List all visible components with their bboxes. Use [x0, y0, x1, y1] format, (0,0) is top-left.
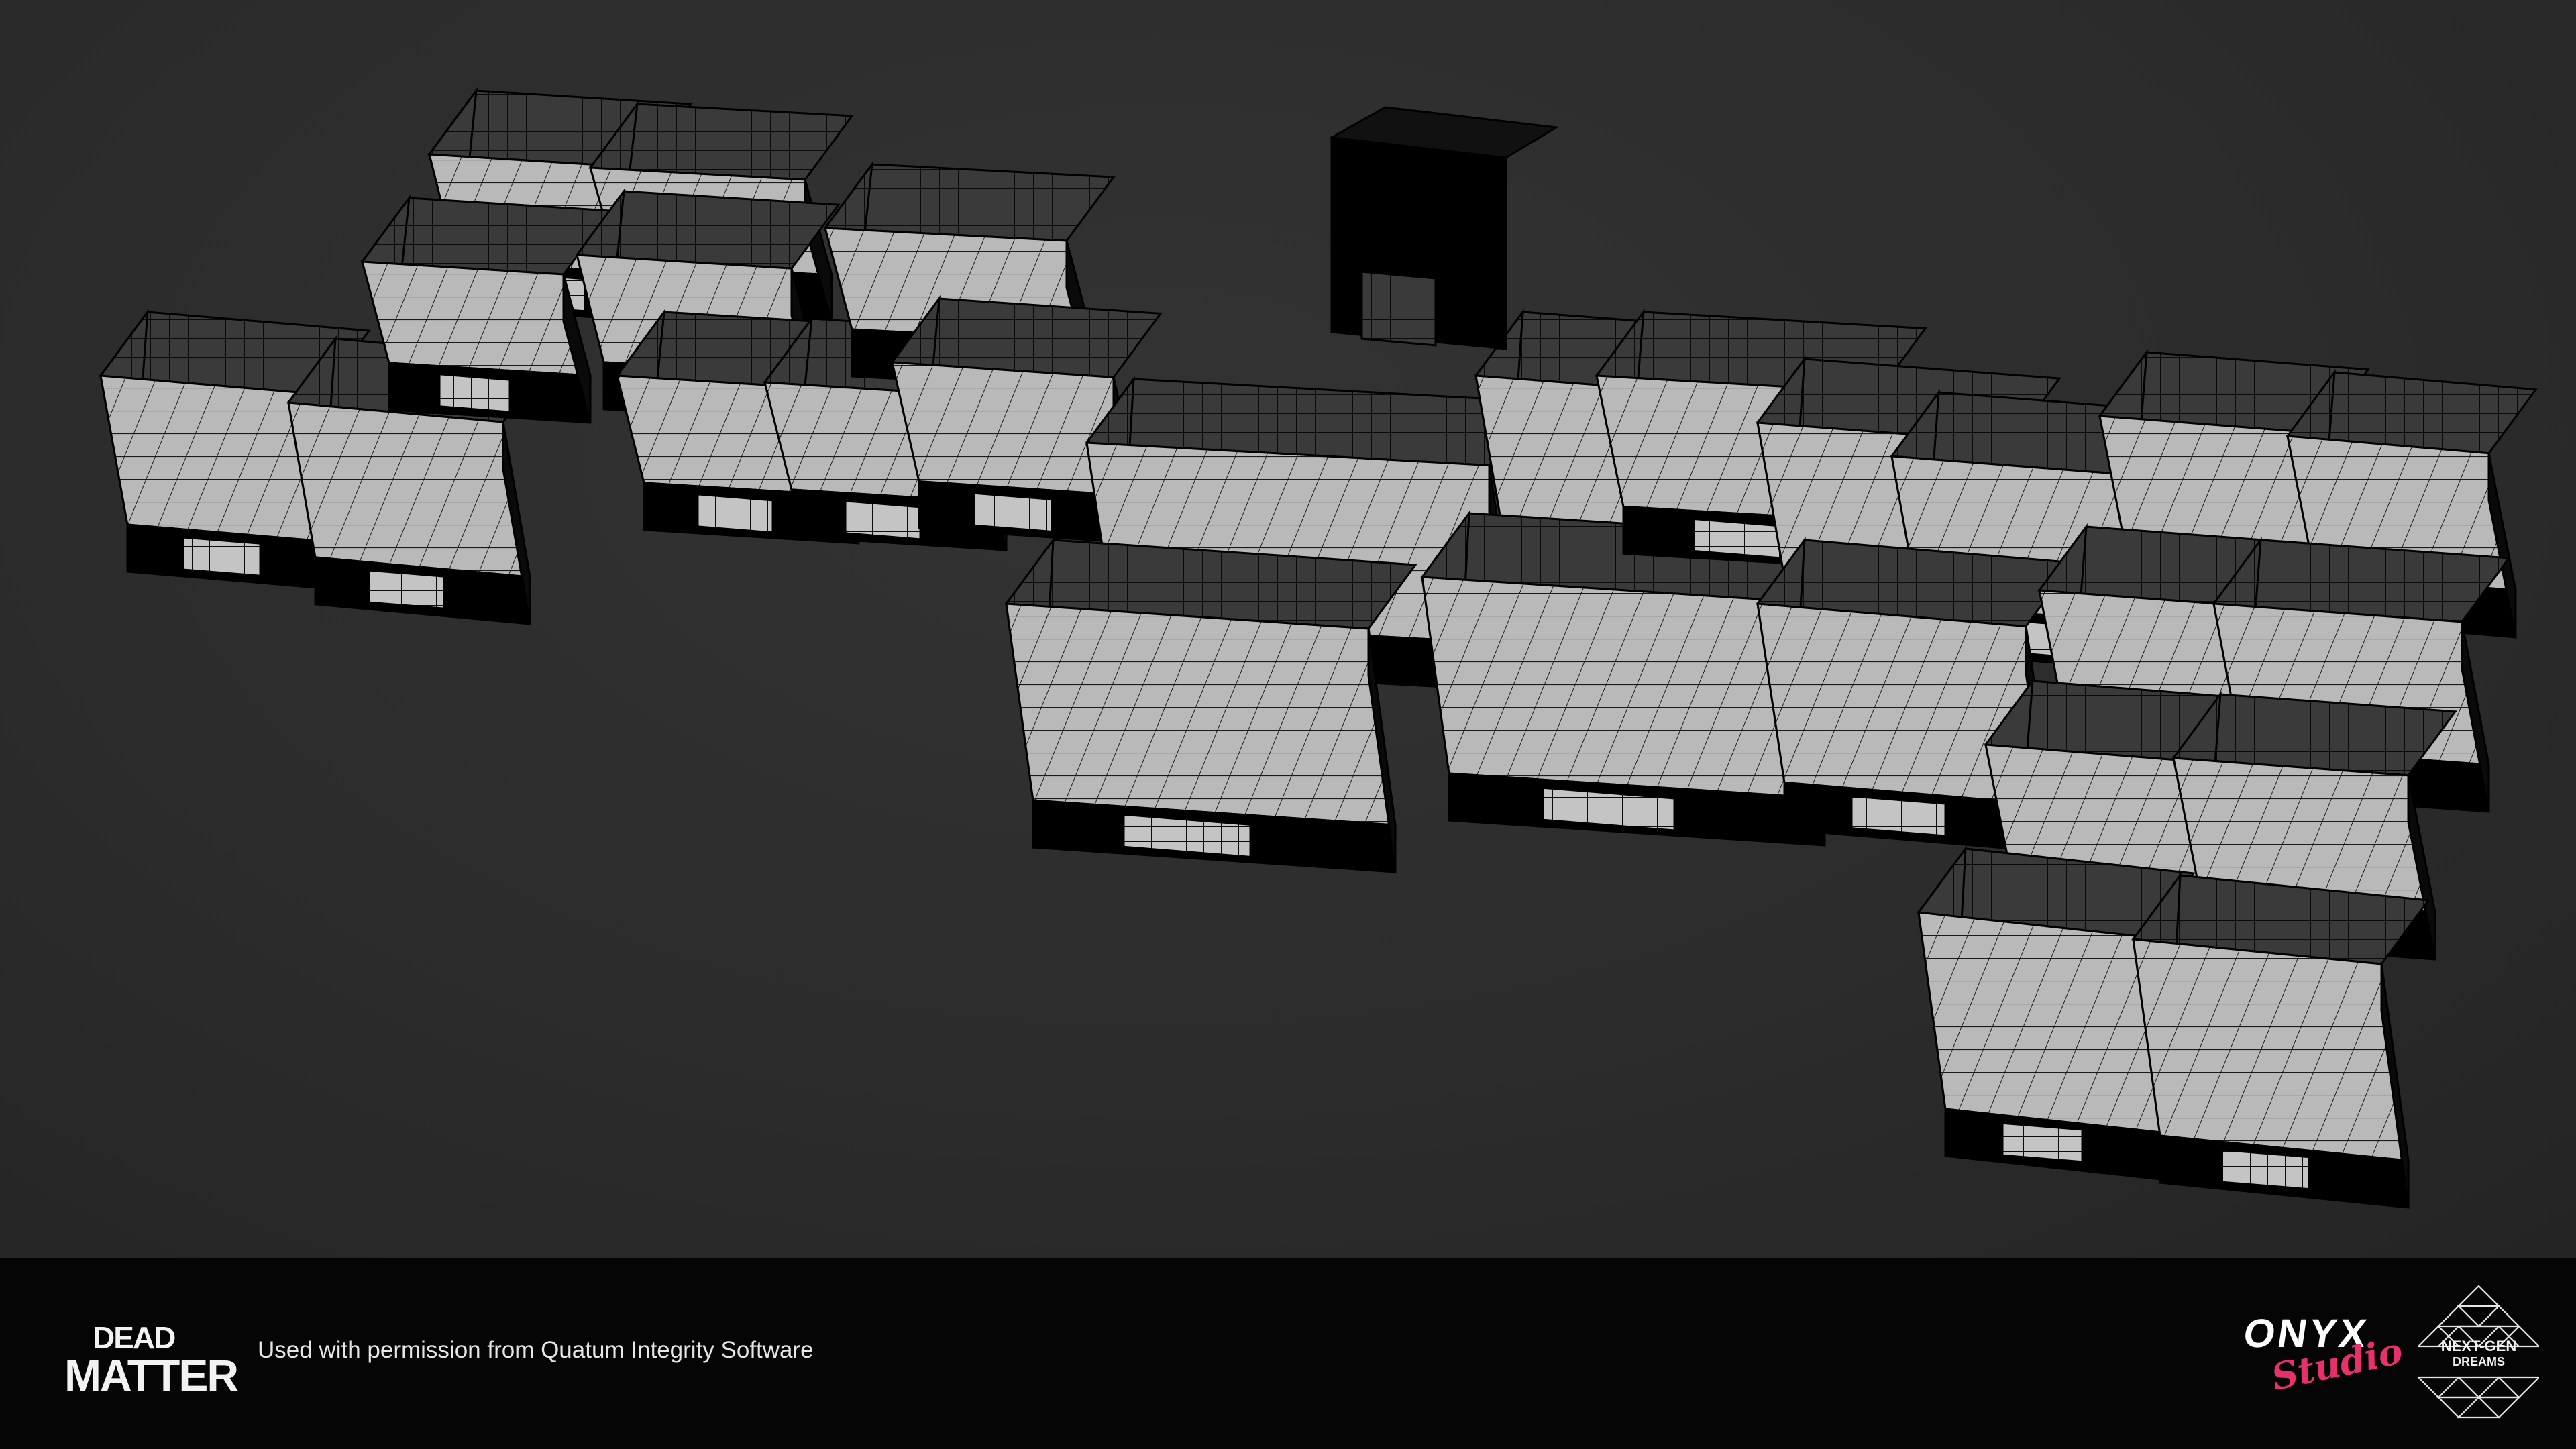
partner-logo-line1: NEXT-GEN — [2440, 1338, 2517, 1354]
onyx-studio-logo: ONYX Studio — [2241, 1310, 2406, 1399]
room-floor — [287, 401, 531, 578]
permission-credit-text: Used with permission from Quatum Integri… — [258, 1337, 814, 1363]
tower-doorway — [1360, 270, 1437, 347]
room-window — [438, 373, 511, 413]
room-window — [368, 569, 445, 610]
dead-matter-logo: DEAD MATTER — [64, 1320, 239, 1400]
room-window — [1850, 795, 1947, 837]
room-floor — [361, 260, 592, 377]
room-window — [844, 500, 922, 541]
room-window — [973, 492, 1053, 533]
footer-bar: DEAD MATTER Used with permission from Qu… — [0, 1258, 2576, 1449]
room-window — [182, 536, 262, 577]
room-floor — [2132, 938, 2410, 1162]
floorplan-blockout-model — [99, 87, 2538, 1209]
next-gen-dreams-logo: NEXT-GEN DREAMS — [2416, 1283, 2541, 1424]
room-window — [696, 493, 774, 534]
game-logo-line1: DEAD — [93, 1320, 176, 1355]
viewport-3d-scene — [0, 0, 2576, 1258]
room-window — [2221, 1148, 2310, 1191]
room-window — [2001, 1122, 2084, 1163]
partner-logo-line2: DREAMS — [2452, 1355, 2505, 1368]
room-floor — [1005, 602, 1397, 826]
game-logo-line2: MATTER — [64, 1350, 239, 1400]
